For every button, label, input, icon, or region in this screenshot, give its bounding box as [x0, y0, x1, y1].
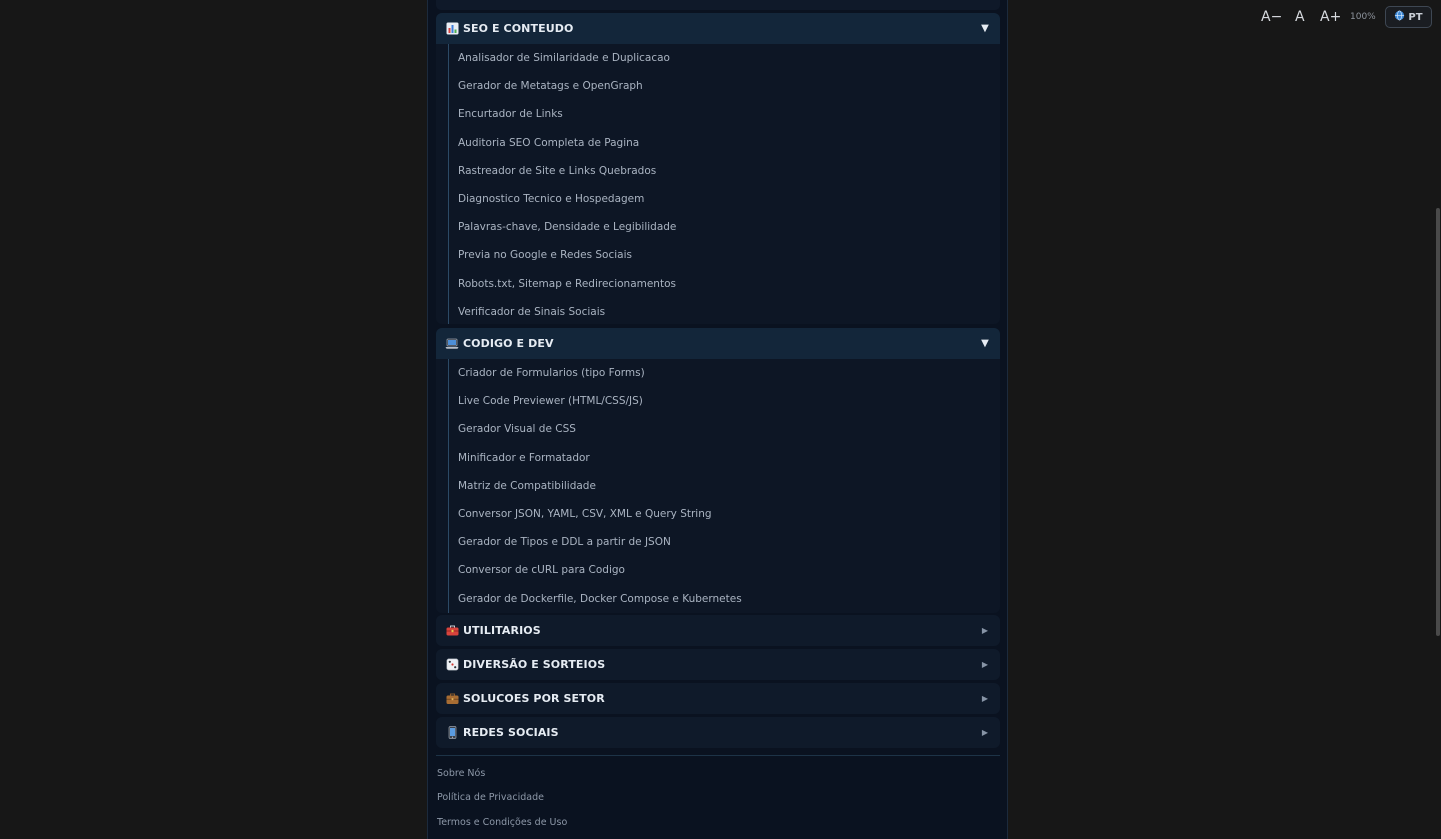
section-fun-title: DIVERSÃO E SORTEIOS [463, 658, 606, 671]
dice-icon [445, 658, 459, 672]
section-seo-header[interactable]: SEO E CONTEUDO ▼ [436, 13, 1000, 44]
tool-link[interactable]: Encurtador de Links [458, 100, 1000, 128]
tool-link[interactable]: Gerador de Metatags e OpenGraph [458, 72, 1000, 100]
section-utils-title: UTILITARIOS [463, 624, 541, 637]
section-sector-header[interactable]: SOLUCOES POR SETOR ▶ [436, 683, 1000, 714]
language-selector[interactable]: PT [1385, 6, 1432, 28]
section-utils-header[interactable]: UTILITARIOS ▶ [436, 615, 1000, 646]
briefcase-icon [445, 692, 459, 706]
section-dev-header[interactable]: CODIGO E DEV ▼ [436, 328, 1000, 359]
toolbox-icon [445, 624, 459, 638]
chevron-right-icon: ▶ [981, 694, 989, 703]
tool-link[interactable]: Gerador Visual de CSS [458, 415, 1000, 443]
tool-link[interactable]: Auditoria SEO Completa de Pagina [458, 129, 1000, 157]
footer-link-terms[interactable]: Termos e Condições de Uso [437, 817, 567, 828]
section-dev-title: CODIGO E DEV [463, 337, 554, 350]
section-social-header[interactable]: REDES SOCIAIS ▶ [436, 717, 1000, 748]
section-social-title: REDES SOCIAIS [463, 726, 559, 739]
section-dev-items: Criador de Formularios (tipo Forms) Live… [448, 359, 1000, 613]
chevron-right-icon: ▶ [981, 660, 989, 669]
tool-link[interactable]: Conversor de cURL para Codigo [458, 556, 1000, 584]
previous-section-edge [436, 0, 1000, 10]
tool-link[interactable]: Gerador de Dockerfile, Docker Compose e … [458, 585, 1000, 613]
zoom-level: 100% [1350, 12, 1376, 22]
laptop-icon [445, 337, 459, 351]
section-seo-title: SEO E CONTEUDO [463, 22, 574, 35]
globe-icon [1394, 10, 1405, 24]
footer-link-about[interactable]: Sobre Nós [437, 768, 485, 779]
tool-link[interactable]: Criador de Formularios (tipo Forms) [458, 359, 1000, 387]
section-fun-header[interactable]: DIVERSÃO E SORTEIOS ▶ [436, 649, 1000, 680]
font-reset-button[interactable]: A [1295, 6, 1305, 28]
section-fun: DIVERSÃO E SORTEIOS ▶ [436, 649, 1000, 680]
chevron-right-icon: ▶ [981, 728, 989, 737]
language-label: PT [1408, 11, 1423, 23]
chevron-down-icon: ▼ [981, 23, 989, 34]
section-seo: SEO E CONTEUDO ▼ Analisador de Similarid… [436, 13, 1000, 324]
footer-divider [436, 755, 1000, 756]
tools-sidebar: SEO E CONTEUDO ▼ Analisador de Similarid… [427, 0, 1008, 839]
page-scrollbar[interactable] [1436, 208, 1440, 636]
tool-link[interactable]: Palavras-chave, Densidade e Legibilidade [458, 213, 1000, 241]
section-seo-items: Analisador de Similaridade e Duplicacao … [448, 44, 1000, 324]
tool-link[interactable]: Live Code Previewer (HTML/CSS/JS) [458, 387, 1000, 415]
mobile-phone-icon [445, 726, 459, 740]
bar-chart-icon [445, 22, 459, 36]
tool-link[interactable]: Previa no Google e Redes Sociais [458, 241, 1000, 269]
footer-link-privacy[interactable]: Política de Privacidade [437, 792, 544, 803]
font-increase-button[interactable]: A+ [1320, 6, 1341, 28]
tool-link[interactable]: Minificador e Formatador [458, 444, 1000, 472]
tool-link[interactable]: Diagnostico Tecnico e Hospedagem [458, 185, 1000, 213]
tool-link[interactable]: Robots.txt, Sitemap e Redirecionamentos [458, 270, 1000, 298]
section-sector-title: SOLUCOES POR SETOR [463, 692, 605, 705]
section-sector: SOLUCOES POR SETOR ▶ [436, 683, 1000, 714]
font-decrease-button[interactable]: A− [1261, 6, 1282, 28]
tool-link[interactable]: Gerador de Tipos e DDL a partir de JSON [458, 528, 1000, 556]
tool-link[interactable]: Matriz de Compatibilidade [458, 472, 1000, 500]
tool-link[interactable]: Verificador de Sinais Sociais [458, 298, 1000, 324]
tool-link[interactable]: Rastreador de Site e Links Quebrados [458, 157, 1000, 185]
tool-link[interactable]: Analisador de Similaridade e Duplicacao [458, 44, 1000, 72]
tool-link[interactable]: Conversor JSON, YAML, CSV, XML e Query S… [458, 500, 1000, 528]
chevron-right-icon: ▶ [981, 626, 989, 635]
section-social: REDES SOCIAIS ▶ [436, 717, 1000, 748]
section-utils: UTILITARIOS ▶ [436, 615, 1000, 646]
section-dev: CODIGO E DEV ▼ Criador de Formularios (t… [436, 328, 1000, 613]
chevron-down-icon: ▼ [981, 338, 989, 349]
